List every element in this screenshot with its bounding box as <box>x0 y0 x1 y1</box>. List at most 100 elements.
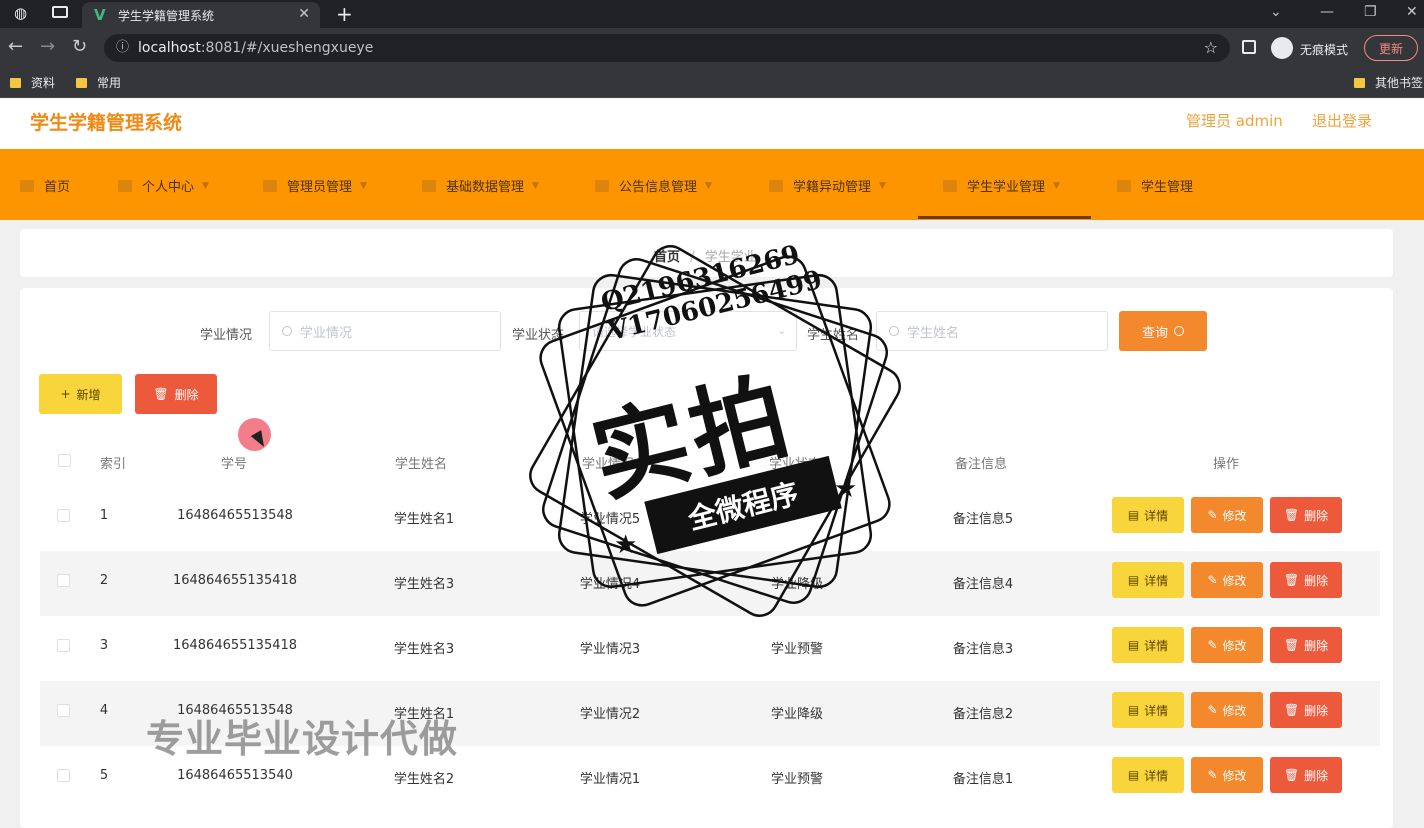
bookmark-label: 资料 <box>31 76 56 90</box>
delete-label: 删除 <box>1304 573 1329 588</box>
tab-close-icon[interactable]: ✕ <box>298 6 310 22</box>
vue-logo-icon: V <box>94 6 106 24</box>
forward-icon[interactable]: → <box>40 36 55 57</box>
edit-button[interactable]: ✎ 修改 <box>1191 562 1263 598</box>
pencil-icon: ✎ <box>1207 703 1218 717</box>
detail-label: 详情 <box>1144 703 1169 718</box>
menu-item-notice[interactable]: 公告信息管理 ▼ <box>595 176 712 195</box>
menu-item-base-data[interactable]: 基础数据管理 ▼ <box>422 176 539 195</box>
delete-button[interactable]: 🗑 删除 <box>1270 497 1342 533</box>
delete-button[interactable]: 🗑 删除 <box>1270 627 1342 663</box>
chevron-down-icon: ▼ <box>879 180 886 191</box>
bookmark-folder-other[interactable]: 其他书签 <box>1354 74 1423 91</box>
minimize-icon[interactable]: — <box>1320 4 1334 20</box>
incognito-icon <box>1271 37 1293 59</box>
admin-label: 管理员 admin <box>1186 112 1283 130</box>
menu-item-admin-management[interactable]: 管理员管理 ▼ <box>263 176 367 195</box>
edit-button[interactable]: ✎ 修改 <box>1191 627 1263 663</box>
row-checkbox[interactable] <box>57 639 70 652</box>
folder-icon <box>1354 77 1365 88</box>
cell-index: 1 <box>99 508 109 523</box>
detail-button[interactable]: ▤ 详情 <box>1112 627 1184 663</box>
query-button[interactable]: 查询 <box>1119 311 1207 351</box>
row-checkbox[interactable] <box>57 509 70 522</box>
clock-icon <box>943 179 957 192</box>
menu-item-students[interactable]: 学生管理 <box>1117 176 1193 195</box>
bookmark-label: 其他书签 <box>1375 76 1424 90</box>
detail-button[interactable]: ▤ 详情 <box>1112 757 1184 793</box>
student-icon <box>1117 179 1131 192</box>
pencil-icon: ✎ <box>1207 638 1218 652</box>
trash-icon: 🗑 <box>1283 573 1300 587</box>
bookmark-folder-changyong[interactable]: 常用 <box>76 74 121 91</box>
browser-tab-list-icon[interactable] <box>52 6 68 18</box>
edit-button[interactable]: ✎ 修改 <box>1191 497 1263 533</box>
detail-label: 详情 <box>1144 573 1169 588</box>
new-tab-icon[interactable]: + <box>336 2 353 26</box>
document-icon: ▤ <box>1127 768 1140 782</box>
incognito-label: 无痕模式 <box>1300 43 1349 57</box>
trash-icon: 🗑 <box>153 387 169 401</box>
cell-remark: 备注信息5 <box>952 512 1014 527</box>
menu-item-home[interactable]: 首页 <box>20 176 70 195</box>
detail-button[interactable]: ▤ 详情 <box>1112 692 1184 728</box>
chevron-down-icon: ▼ <box>705 180 712 191</box>
cell-name: 学生姓名1 <box>393 512 455 527</box>
maximize-icon[interactable]: ❐ <box>1364 4 1377 20</box>
site-info-icon[interactable]: ⓘ <box>116 34 129 62</box>
bookmark-star-icon[interactable]: ☆ <box>1204 34 1218 62</box>
bookmark-folder-ziliao[interactable]: 资料 <box>10 74 55 91</box>
search-situation-input[interactable]: 学业情况 <box>269 311 501 351</box>
delete-button[interactable]: 🗑 删除 <box>1270 562 1342 598</box>
column-header-remark: 备注信息 <box>955 457 1008 472</box>
edit-label: 修改 <box>1222 573 1247 588</box>
trash-icon: 🗑 <box>1283 638 1300 652</box>
delete-label: 删除 <box>1304 638 1329 653</box>
detail-button[interactable]: ▤ 详情 <box>1112 497 1184 533</box>
side-panel-icon[interactable] <box>1242 40 1256 54</box>
menu-item-status-change[interactable]: 学籍异动管理 ▼ <box>769 176 886 195</box>
plus-icon: + <box>60 387 71 401</box>
delete-button[interactable]: 🗑 删除 <box>1270 757 1342 793</box>
menu-item-label: 学籍异动管理 <box>793 180 872 195</box>
update-button[interactable]: 更新 <box>1364 35 1418 61</box>
back-icon[interactable]: ← <box>8 36 23 57</box>
window-close-icon[interactable]: ✕ <box>1406 4 1418 20</box>
tab-search-chevron-icon[interactable]: ⌄ <box>1270 4 1282 20</box>
reload-icon[interactable]: ↻ <box>72 36 87 57</box>
row-checkbox[interactable] <box>57 769 70 782</box>
search-name-input[interactable]: 学生姓名 <box>876 311 1108 351</box>
chevron-down-icon: ▼ <box>360 180 367 191</box>
bookmark-label: 常用 <box>97 76 122 90</box>
column-header-no: 学号 <box>221 457 248 472</box>
row-checkbox[interactable] <box>57 704 70 717</box>
delete-label: 删除 <box>1304 508 1329 523</box>
menu-item-label: 学生管理 <box>1141 180 1194 195</box>
detail-button[interactable]: ▤ 详情 <box>1112 562 1184 598</box>
menu-item-label: 公告信息管理 <box>619 180 698 195</box>
add-button[interactable]: + 新增 <box>39 374 122 414</box>
logout-link[interactable]: 退出登录 <box>1312 110 1372 131</box>
browser-globe-icon[interactable]: ◍ <box>14 4 27 22</box>
edit-button[interactable]: ✎ 修改 <box>1191 757 1263 793</box>
trash-icon: 🗑 <box>1283 768 1300 782</box>
add-label: 新增 <box>76 387 101 402</box>
address-bar[interactable]: ⓘ localhost:8081/#/xueshengxueye ☆ <box>104 34 1230 62</box>
menu-item-personal-center[interactable]: 个人中心 ▼ <box>118 176 209 195</box>
grid-icon <box>769 179 783 192</box>
select-all-checkbox[interactable] <box>58 454 71 467</box>
edit-button[interactable]: ✎ 修改 <box>1191 692 1263 728</box>
query-label: 查询 <box>1141 325 1168 341</box>
delete-label: 删除 <box>174 387 199 402</box>
menu-active-indicator <box>918 216 1091 219</box>
delete-button[interactable]: 🗑 删除 <box>1270 692 1342 728</box>
browser-tab-active[interactable]: V 学生学籍管理系统 ✕ <box>82 2 320 28</box>
menu-item-academic[interactable]: 学生学业管理 ▼ <box>943 176 1060 195</box>
trash-icon: 🗑 <box>1283 703 1300 717</box>
batch-delete-button[interactable]: 🗑 删除 <box>135 374 217 414</box>
menu-item-label: 基础数据管理 <box>446 180 525 195</box>
browser-tab-title: 学生学籍管理系统 <box>118 8 215 23</box>
cell-remark: 备注信息1 <box>952 772 1014 787</box>
row-checkbox[interactable] <box>57 574 70 587</box>
pencil-icon: ✎ <box>1207 573 1218 587</box>
